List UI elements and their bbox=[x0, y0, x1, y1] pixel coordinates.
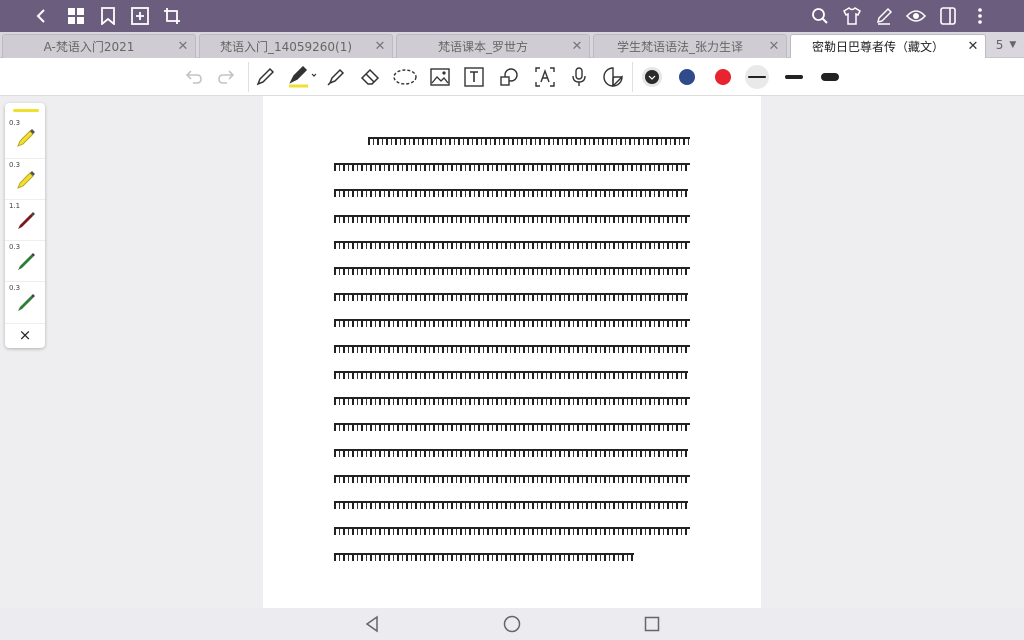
nav-recents-icon[interactable] bbox=[642, 614, 662, 634]
tab-label: 梵语课本_罗世方 bbox=[437, 40, 528, 54]
chevron-down-icon: ▼ bbox=[1009, 40, 1017, 50]
pen-icon[interactable] bbox=[253, 65, 277, 89]
eraser-icon[interactable] bbox=[358, 65, 382, 89]
tab-document[interactable]: A-梵语入门2021 ✕ bbox=[2, 34, 196, 58]
tab-count: 5 bbox=[995, 38, 1004, 52]
tibetan-text-block bbox=[334, 128, 690, 570]
pen-preset[interactable]: 0.3 bbox=[5, 117, 45, 157]
text-line bbox=[334, 232, 690, 258]
text-line bbox=[334, 440, 690, 466]
app-top-bar bbox=[0, 0, 1024, 32]
pen-width: 0.3 bbox=[9, 284, 21, 292]
highlighter-icon bbox=[17, 129, 35, 147]
text-line bbox=[334, 518, 690, 544]
tab-count-dropdown[interactable]: 5 ▼ bbox=[988, 32, 1024, 58]
annotation-toolbar bbox=[0, 58, 1024, 96]
sticker-icon[interactable] bbox=[601, 65, 625, 89]
toolbar-divider bbox=[632, 62, 633, 92]
pen-icon bbox=[18, 253, 35, 270]
tab-document[interactable]: 学生梵语语法_张力生译 ✕ bbox=[593, 34, 787, 58]
highlighter-icon[interactable] bbox=[287, 65, 319, 89]
lasso-icon[interactable] bbox=[392, 65, 418, 89]
shape-icon[interactable] bbox=[497, 65, 521, 89]
text-line bbox=[334, 336, 690, 362]
text-line bbox=[334, 466, 690, 492]
tab-label: A-梵语入门2021 bbox=[43, 40, 135, 54]
text-line bbox=[334, 544, 690, 570]
nav-home-icon[interactable] bbox=[502, 614, 522, 634]
back-icon[interactable] bbox=[30, 4, 54, 28]
grid-icon[interactable] bbox=[64, 4, 88, 28]
text-line bbox=[334, 258, 690, 284]
fountain-pen-icon bbox=[18, 212, 35, 229]
favorite-pens-panel: 0.3 0.3 1.1 0.3 0.3 × bbox=[5, 103, 45, 348]
system-navigation-bar bbox=[0, 608, 1024, 640]
undo-icon[interactable] bbox=[182, 65, 206, 89]
ocr-icon[interactable] bbox=[533, 65, 557, 89]
image-icon[interactable] bbox=[428, 65, 452, 89]
marker-icon[interactable] bbox=[324, 65, 348, 89]
color-swatch-red[interactable] bbox=[711, 65, 735, 89]
pen-preset[interactable]: 0.3 bbox=[5, 240, 45, 280]
bookmark-icon[interactable] bbox=[96, 4, 120, 28]
close-icon[interactable]: ✕ bbox=[175, 39, 191, 54]
text-line bbox=[334, 388, 690, 414]
stroke-width-thin[interactable] bbox=[745, 65, 769, 89]
tab-document-active[interactable]: 密勒日巴尊者传（藏文） ✕ bbox=[790, 34, 986, 58]
pen-width: 0.3 bbox=[9, 119, 21, 127]
eye-icon[interactable] bbox=[904, 4, 928, 28]
redo-icon[interactable] bbox=[214, 65, 238, 89]
shirt-icon[interactable] bbox=[840, 4, 864, 28]
pen-icon bbox=[18, 294, 35, 311]
stroke-width-medium[interactable] bbox=[782, 65, 806, 89]
toolbar-divider bbox=[248, 62, 249, 92]
close-pens-button[interactable]: × bbox=[5, 323, 45, 345]
pen-width: 1.1 bbox=[9, 202, 21, 210]
close-icon[interactable]: ✕ bbox=[766, 39, 782, 54]
text-line bbox=[334, 154, 690, 180]
text-line bbox=[334, 492, 690, 518]
tab-label: 梵语入门_14059260(1) bbox=[219, 40, 353, 54]
tab-label: 密勒日巴尊者传（藏文） bbox=[811, 40, 944, 54]
text-line bbox=[334, 180, 690, 206]
text-line bbox=[334, 362, 690, 388]
pen-edit-icon[interactable] bbox=[872, 4, 896, 28]
sidebar-icon[interactable] bbox=[936, 4, 960, 28]
highlighter-icon bbox=[17, 171, 35, 189]
pen-preset[interactable]: 0.3 bbox=[5, 281, 45, 321]
nav-back-icon[interactable] bbox=[362, 614, 382, 634]
search-icon[interactable] bbox=[808, 4, 832, 28]
microphone-icon[interactable] bbox=[567, 65, 591, 89]
text-line bbox=[334, 414, 690, 440]
pen-preset[interactable]: 1.1 bbox=[5, 199, 45, 239]
pen-width: 0.3 bbox=[9, 243, 21, 251]
close-icon[interactable]: ✕ bbox=[569, 39, 585, 54]
document-tab-bar: A-梵语入门2021 ✕ 梵语入门_14059260(1) ✕ 梵语课本_罗世方… bbox=[0, 32, 1024, 58]
text-line bbox=[334, 206, 690, 232]
more-icon[interactable] bbox=[968, 4, 992, 28]
tab-document[interactable]: 梵语课本_罗世方 ✕ bbox=[396, 34, 590, 58]
pen-preset[interactable]: 0.3 bbox=[5, 158, 45, 198]
text-line bbox=[334, 310, 690, 336]
add-page-icon[interactable] bbox=[128, 4, 152, 28]
tab-label: 学生梵语语法_张力生译 bbox=[616, 40, 743, 54]
crop-icon[interactable] bbox=[160, 4, 184, 28]
highlighter-preview bbox=[13, 109, 39, 112]
tab-document[interactable]: 梵语入门_14059260(1) ✕ bbox=[199, 34, 393, 58]
textbox-icon[interactable] bbox=[462, 65, 486, 89]
close-icon[interactable]: ✕ bbox=[372, 39, 388, 54]
stroke-width-thick[interactable] bbox=[818, 65, 842, 89]
color-swatch-blue[interactable] bbox=[675, 65, 699, 89]
text-line bbox=[334, 284, 690, 310]
close-icon[interactable]: ✕ bbox=[965, 39, 981, 54]
text-line bbox=[334, 128, 690, 154]
pen-width: 0.3 bbox=[9, 161, 21, 169]
color-swatch-black[interactable] bbox=[640, 65, 664, 89]
